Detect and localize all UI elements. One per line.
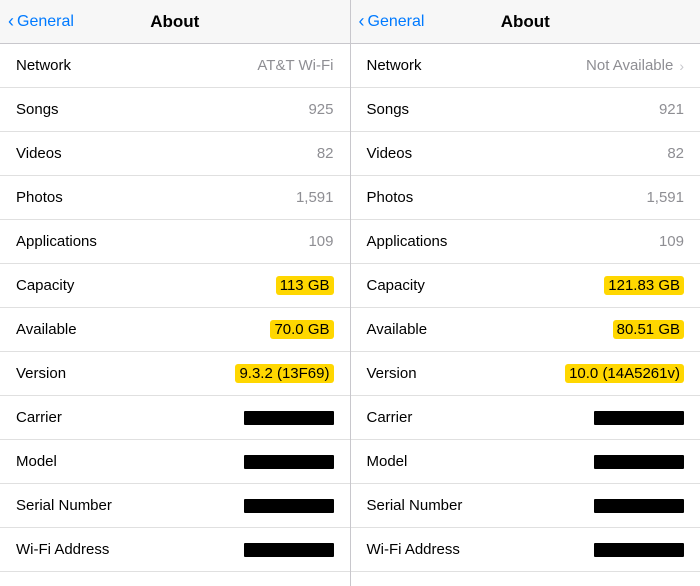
row-value: 109 [659,233,684,250]
back-button[interactable]: ‹General [359,11,425,32]
rows-list: Network Not Available › Songs 921 Videos 82 Pho… [351,44,700,586]
table-row: Available 80.51 GB [351,308,700,352]
row-value: 1,591 [646,189,684,206]
row-label: Videos [367,145,413,162]
panel-right: ‹General About Network Not Available › Songs 9… [351,0,700,586]
row-label: Wi-Fi Address [367,541,460,558]
nav-title: About [150,12,199,32]
redacted-value [594,411,684,425]
row-label: Videos [16,145,62,162]
table-row: Videos 82 [351,132,700,176]
table-row: Available 70.0 GB [0,308,350,352]
row-value [244,543,334,557]
row-label: Model [16,453,57,470]
row-value: AT&T Wi-Fi [257,57,333,74]
redacted-value [244,499,334,513]
row-value [244,411,334,425]
row-value: 113 GB [276,276,334,295]
nav-bar: ‹General About [351,0,700,44]
row-value [594,411,684,425]
table-row: Wi-Fi Address [0,528,350,572]
rows-list: Network AT&T Wi-Fi Songs 925 Videos 82 Photos 1… [0,44,350,586]
table-row: Photos 1,591 [351,176,700,220]
redacted-value [244,543,334,557]
row-value: 925 [308,101,333,118]
row-label: Carrier [367,409,413,426]
redacted-value [594,499,684,513]
row-label: Version [367,365,417,382]
row-value: 82 [317,145,334,162]
row-value: 70.0 GB [270,320,333,339]
table-row: Version 10.0 (14A5261v) [351,352,700,396]
table-row: Capacity 121.83 GB [351,264,700,308]
chevron-left-icon: ‹ [359,11,365,32]
row-label: Model [367,453,408,470]
table-row: Videos 82 [0,132,350,176]
value-text: Not Available [586,57,673,74]
table-row: Capacity 113 GB [0,264,350,308]
row-label: Available [16,321,77,338]
table-row: Carrier [351,396,700,440]
table-row: Bluetooth [351,572,700,586]
back-label: General [368,13,425,31]
row-label: Applications [367,233,448,250]
table-row: Serial Number [351,484,700,528]
table-row: Model [351,440,700,484]
table-row: Bluetooth [0,572,350,586]
back-button[interactable]: ‹General [8,11,74,32]
chevron-right-icon[interactable]: › [679,58,684,74]
table-row: Photos 1,591 [0,176,350,220]
row-label: Photos [367,189,414,206]
row-value: 921 [659,101,684,118]
row-value [244,499,334,513]
row-value: Not Available › [586,57,684,74]
nav-title: About [501,12,550,32]
row-value: 121.83 GB [604,276,684,295]
table-row: Wi-Fi Address [351,528,700,572]
row-label: Capacity [367,277,425,294]
panel-left: ‹General About Network AT&T Wi-Fi Songs 925 Vi… [0,0,351,586]
row-label: Carrier [16,409,62,426]
row-value: 10.0 (14A5261v) [565,364,684,383]
row-label: Wi-Fi Address [16,541,109,558]
table-row: Carrier [0,396,350,440]
row-label: Serial Number [367,497,463,514]
row-label: Photos [16,189,63,206]
row-label: Available [367,321,428,338]
row-value [244,455,334,469]
row-value: 1,591 [296,189,334,206]
row-value [594,499,684,513]
table-row: Serial Number [0,484,350,528]
table-row: Songs 921 [351,88,700,132]
redacted-value [244,411,334,425]
row-value [594,543,684,557]
nav-bar: ‹General About [0,0,350,44]
row-label: Capacity [16,277,74,294]
table-row: Network Not Available › [351,44,700,88]
row-label: Network [367,57,422,74]
row-label: Songs [16,101,59,118]
row-value: 109 [308,233,333,250]
table-row: Applications 109 [351,220,700,264]
table-row: Version 9.3.2 (13F69) [0,352,350,396]
row-label: Applications [16,233,97,250]
row-value [594,455,684,469]
row-label: Serial Number [16,497,112,514]
chevron-left-icon: ‹ [8,11,14,32]
table-row: Network AT&T Wi-Fi [0,44,350,88]
row-value: 82 [667,145,684,162]
row-label: Songs [367,101,410,118]
redacted-value [244,455,334,469]
row-value: 80.51 GB [613,320,684,339]
row-label: Network [16,57,71,74]
redacted-value [594,455,684,469]
row-value: 9.3.2 (13F69) [235,364,333,383]
table-row: Applications 109 [0,220,350,264]
back-label: General [17,13,74,31]
table-row: Songs 925 [0,88,350,132]
row-label: Version [16,365,66,382]
table-row: Model [0,440,350,484]
redacted-value [594,543,684,557]
